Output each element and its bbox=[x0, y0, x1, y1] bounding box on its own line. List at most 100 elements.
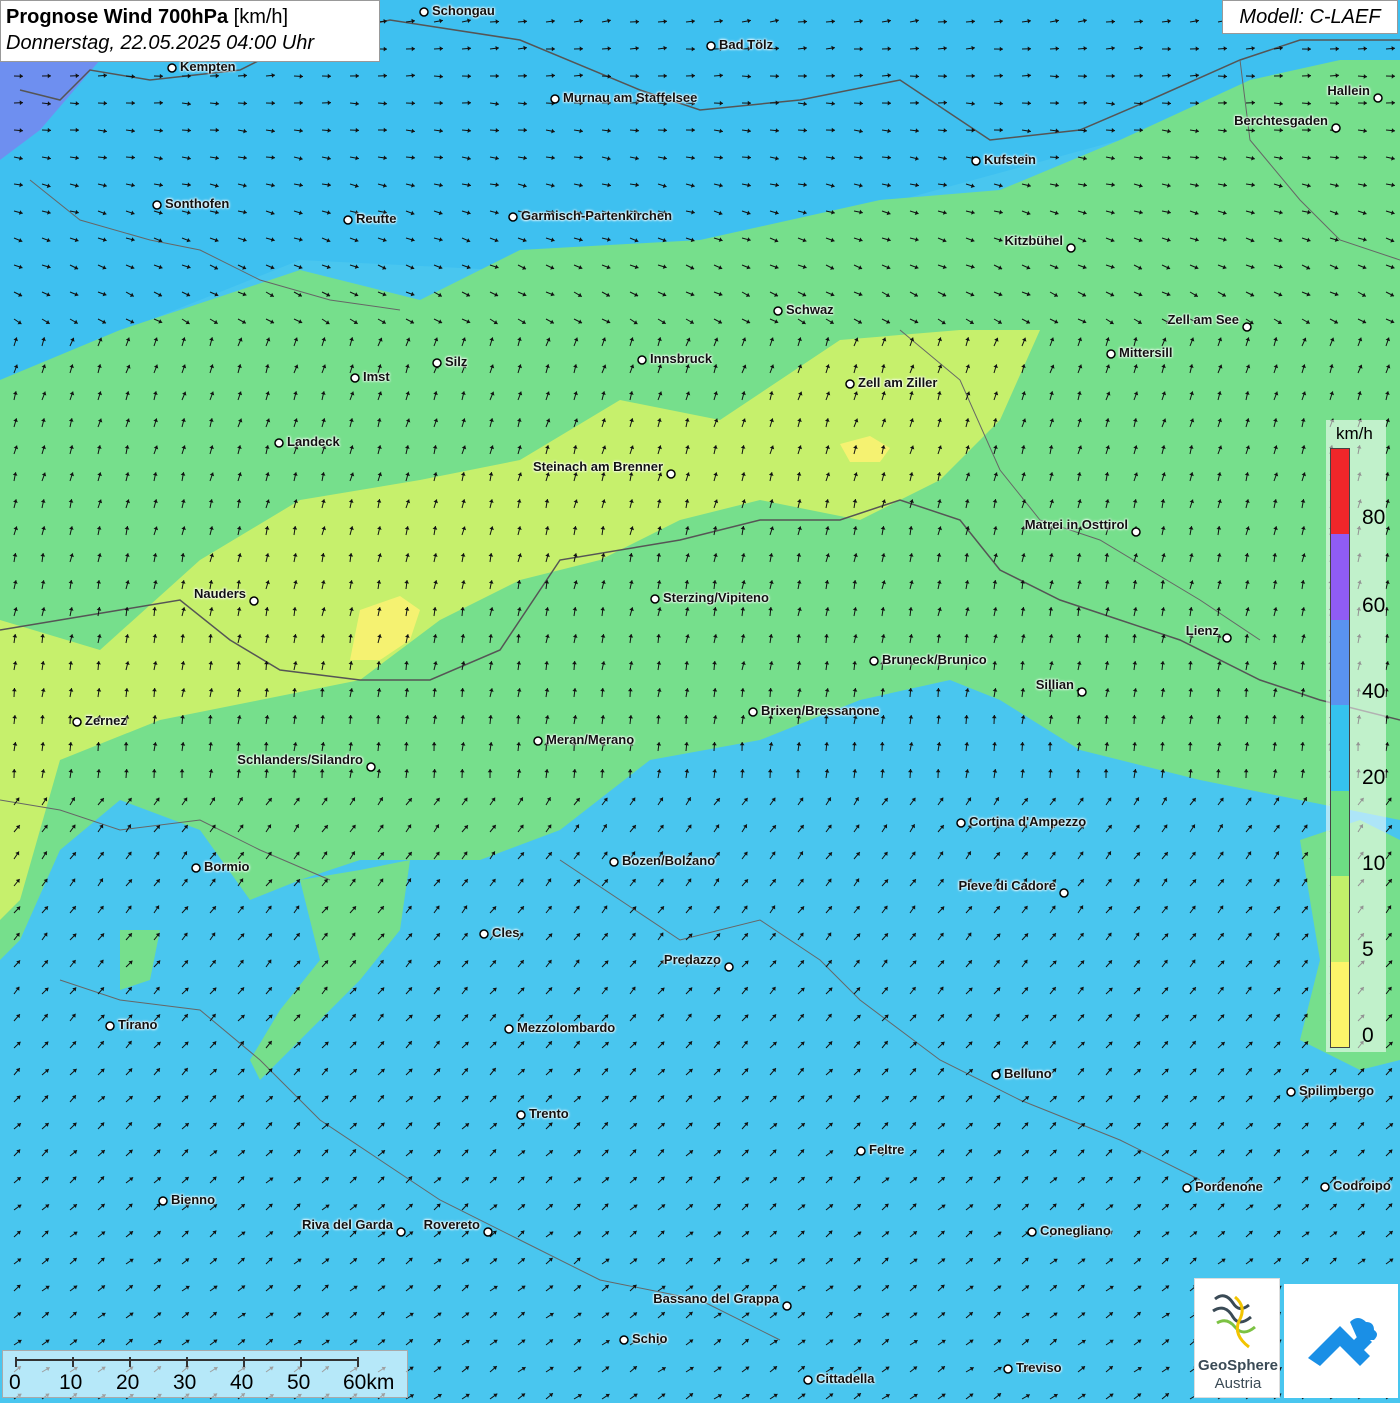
city-label: Sonthofen bbox=[165, 196, 229, 211]
city-marker bbox=[1132, 528, 1140, 536]
city-label: Bruneck/Brunico bbox=[882, 652, 987, 667]
city-marker bbox=[620, 1336, 628, 1344]
city-marker bbox=[707, 42, 715, 50]
city-label: Rovereto bbox=[424, 1217, 480, 1232]
scale-tick bbox=[129, 1357, 131, 1367]
scale-label: 30 bbox=[173, 1371, 196, 1395]
city-label: Mittersill bbox=[1119, 345, 1172, 360]
city-label: Pordenone bbox=[1195, 1179, 1263, 1194]
city-label: Bienno bbox=[171, 1192, 215, 1207]
legend-color-step bbox=[1331, 449, 1349, 534]
scale-label: 60km bbox=[343, 1371, 394, 1395]
city-label: Cles bbox=[492, 925, 519, 940]
city-marker bbox=[1321, 1183, 1329, 1191]
city-label: Schio bbox=[632, 1331, 667, 1346]
city-label: Belluno bbox=[1004, 1066, 1052, 1081]
city-label: Codroipo bbox=[1333, 1178, 1391, 1193]
city-marker bbox=[397, 1228, 405, 1236]
city-label: Garmisch-Partenkirchen bbox=[521, 208, 672, 223]
city-marker bbox=[1183, 1184, 1191, 1192]
forecast-date: Donnerstag, 22.05.2025 04:00 Uhr bbox=[6, 30, 374, 56]
city-marker bbox=[153, 201, 161, 209]
city-marker bbox=[534, 737, 542, 745]
city-label: Lienz bbox=[1186, 623, 1219, 638]
legend-label-20: 20 bbox=[1362, 766, 1385, 790]
city-label: Bormio bbox=[204, 859, 250, 874]
scale-tick bbox=[186, 1357, 188, 1367]
city-marker bbox=[351, 374, 359, 382]
scale-tick bbox=[357, 1357, 359, 1367]
city-marker bbox=[106, 1022, 114, 1030]
legend-label-80: 80 bbox=[1362, 506, 1385, 530]
legend-color-step bbox=[1331, 620, 1349, 705]
city-label: Meran/Merano bbox=[546, 732, 634, 747]
legend-color-step bbox=[1331, 876, 1349, 961]
city-marker bbox=[551, 95, 559, 103]
city-label: Cortina d'Ampezzo bbox=[969, 814, 1086, 829]
city-label: Trento bbox=[529, 1106, 569, 1121]
city-marker bbox=[420, 8, 428, 16]
city-label: Treviso bbox=[1016, 1360, 1062, 1375]
legend-color-step bbox=[1331, 705, 1349, 790]
geosphere-logo[interactable]: GeoSphere Austria bbox=[1194, 1278, 1280, 1398]
city-label: Kempten bbox=[180, 59, 236, 74]
city-label: Bassano del Grappa bbox=[653, 1291, 779, 1306]
city-label: Zernez bbox=[85, 713, 127, 728]
city-label: Conegliano bbox=[1040, 1223, 1111, 1238]
city-label: Landeck bbox=[287, 434, 340, 449]
scale-tick bbox=[300, 1357, 302, 1367]
city-label: Zell am See bbox=[1167, 312, 1239, 327]
legend-color-step bbox=[1331, 791, 1349, 876]
geosphere-mark-icon bbox=[1195, 1279, 1281, 1359]
scale-label: 20 bbox=[116, 1371, 139, 1395]
scale-tick bbox=[72, 1357, 74, 1367]
legend-label-0: 0 bbox=[1362, 1024, 1374, 1048]
city-marker bbox=[1028, 1228, 1036, 1236]
city-label: Riva del Garda bbox=[302, 1217, 393, 1232]
city-label: Feltre bbox=[869, 1142, 904, 1157]
city-label: Imst bbox=[363, 369, 390, 384]
city-marker bbox=[1060, 889, 1068, 897]
city-label: Berchtesgaden bbox=[1234, 113, 1328, 128]
city-marker bbox=[192, 864, 200, 872]
city-marker bbox=[667, 470, 675, 478]
city-marker bbox=[1107, 350, 1115, 358]
scale-tick bbox=[243, 1357, 245, 1367]
city-marker bbox=[804, 1376, 812, 1384]
city-label: Predazzo bbox=[664, 952, 721, 967]
city-marker bbox=[857, 1147, 865, 1155]
city-marker bbox=[1067, 244, 1075, 252]
city-label: Innsbruck bbox=[650, 351, 712, 366]
title-main: Prognose Wind 700hPa bbox=[6, 6, 228, 28]
city-marker bbox=[957, 819, 965, 827]
color-legend: km/h 80 60 40 20 10 5 0 bbox=[1326, 420, 1386, 1052]
city-marker bbox=[509, 213, 517, 221]
city-marker bbox=[725, 963, 733, 971]
city-label: Hallein bbox=[1327, 83, 1370, 98]
city-marker bbox=[275, 439, 283, 447]
geosphere-sub: Austria bbox=[1195, 1375, 1281, 1392]
city-label: Kitzbühel bbox=[1005, 233, 1064, 248]
city-label: Schongau bbox=[432, 3, 495, 18]
city-marker bbox=[367, 763, 375, 771]
city-marker bbox=[1374, 94, 1382, 102]
weather-app-logo[interactable] bbox=[1284, 1284, 1398, 1398]
city-marker bbox=[168, 64, 176, 72]
city-marker bbox=[870, 657, 878, 665]
city-label: Murnau am Staffelsee bbox=[563, 90, 697, 105]
scale-label: 0 bbox=[9, 1371, 21, 1395]
city-marker bbox=[517, 1111, 525, 1119]
model-label: Modell: C-LAEF bbox=[1222, 0, 1398, 34]
city-label: Silz bbox=[445, 354, 467, 369]
legend-color-bar bbox=[1330, 448, 1350, 1048]
city-marker bbox=[250, 597, 258, 605]
city-marker bbox=[480, 930, 488, 938]
city-marker bbox=[1078, 688, 1086, 696]
city-marker bbox=[774, 307, 782, 315]
distance-scale: 0 10 20 30 40 50 60km bbox=[2, 1350, 408, 1398]
title-unit: [km/h] bbox=[234, 6, 288, 28]
city-label: Spilimbergo bbox=[1299, 1083, 1374, 1098]
city-marker bbox=[484, 1228, 492, 1236]
city-label: Brixen/Bressanone bbox=[761, 703, 880, 718]
city-marker bbox=[344, 216, 352, 224]
